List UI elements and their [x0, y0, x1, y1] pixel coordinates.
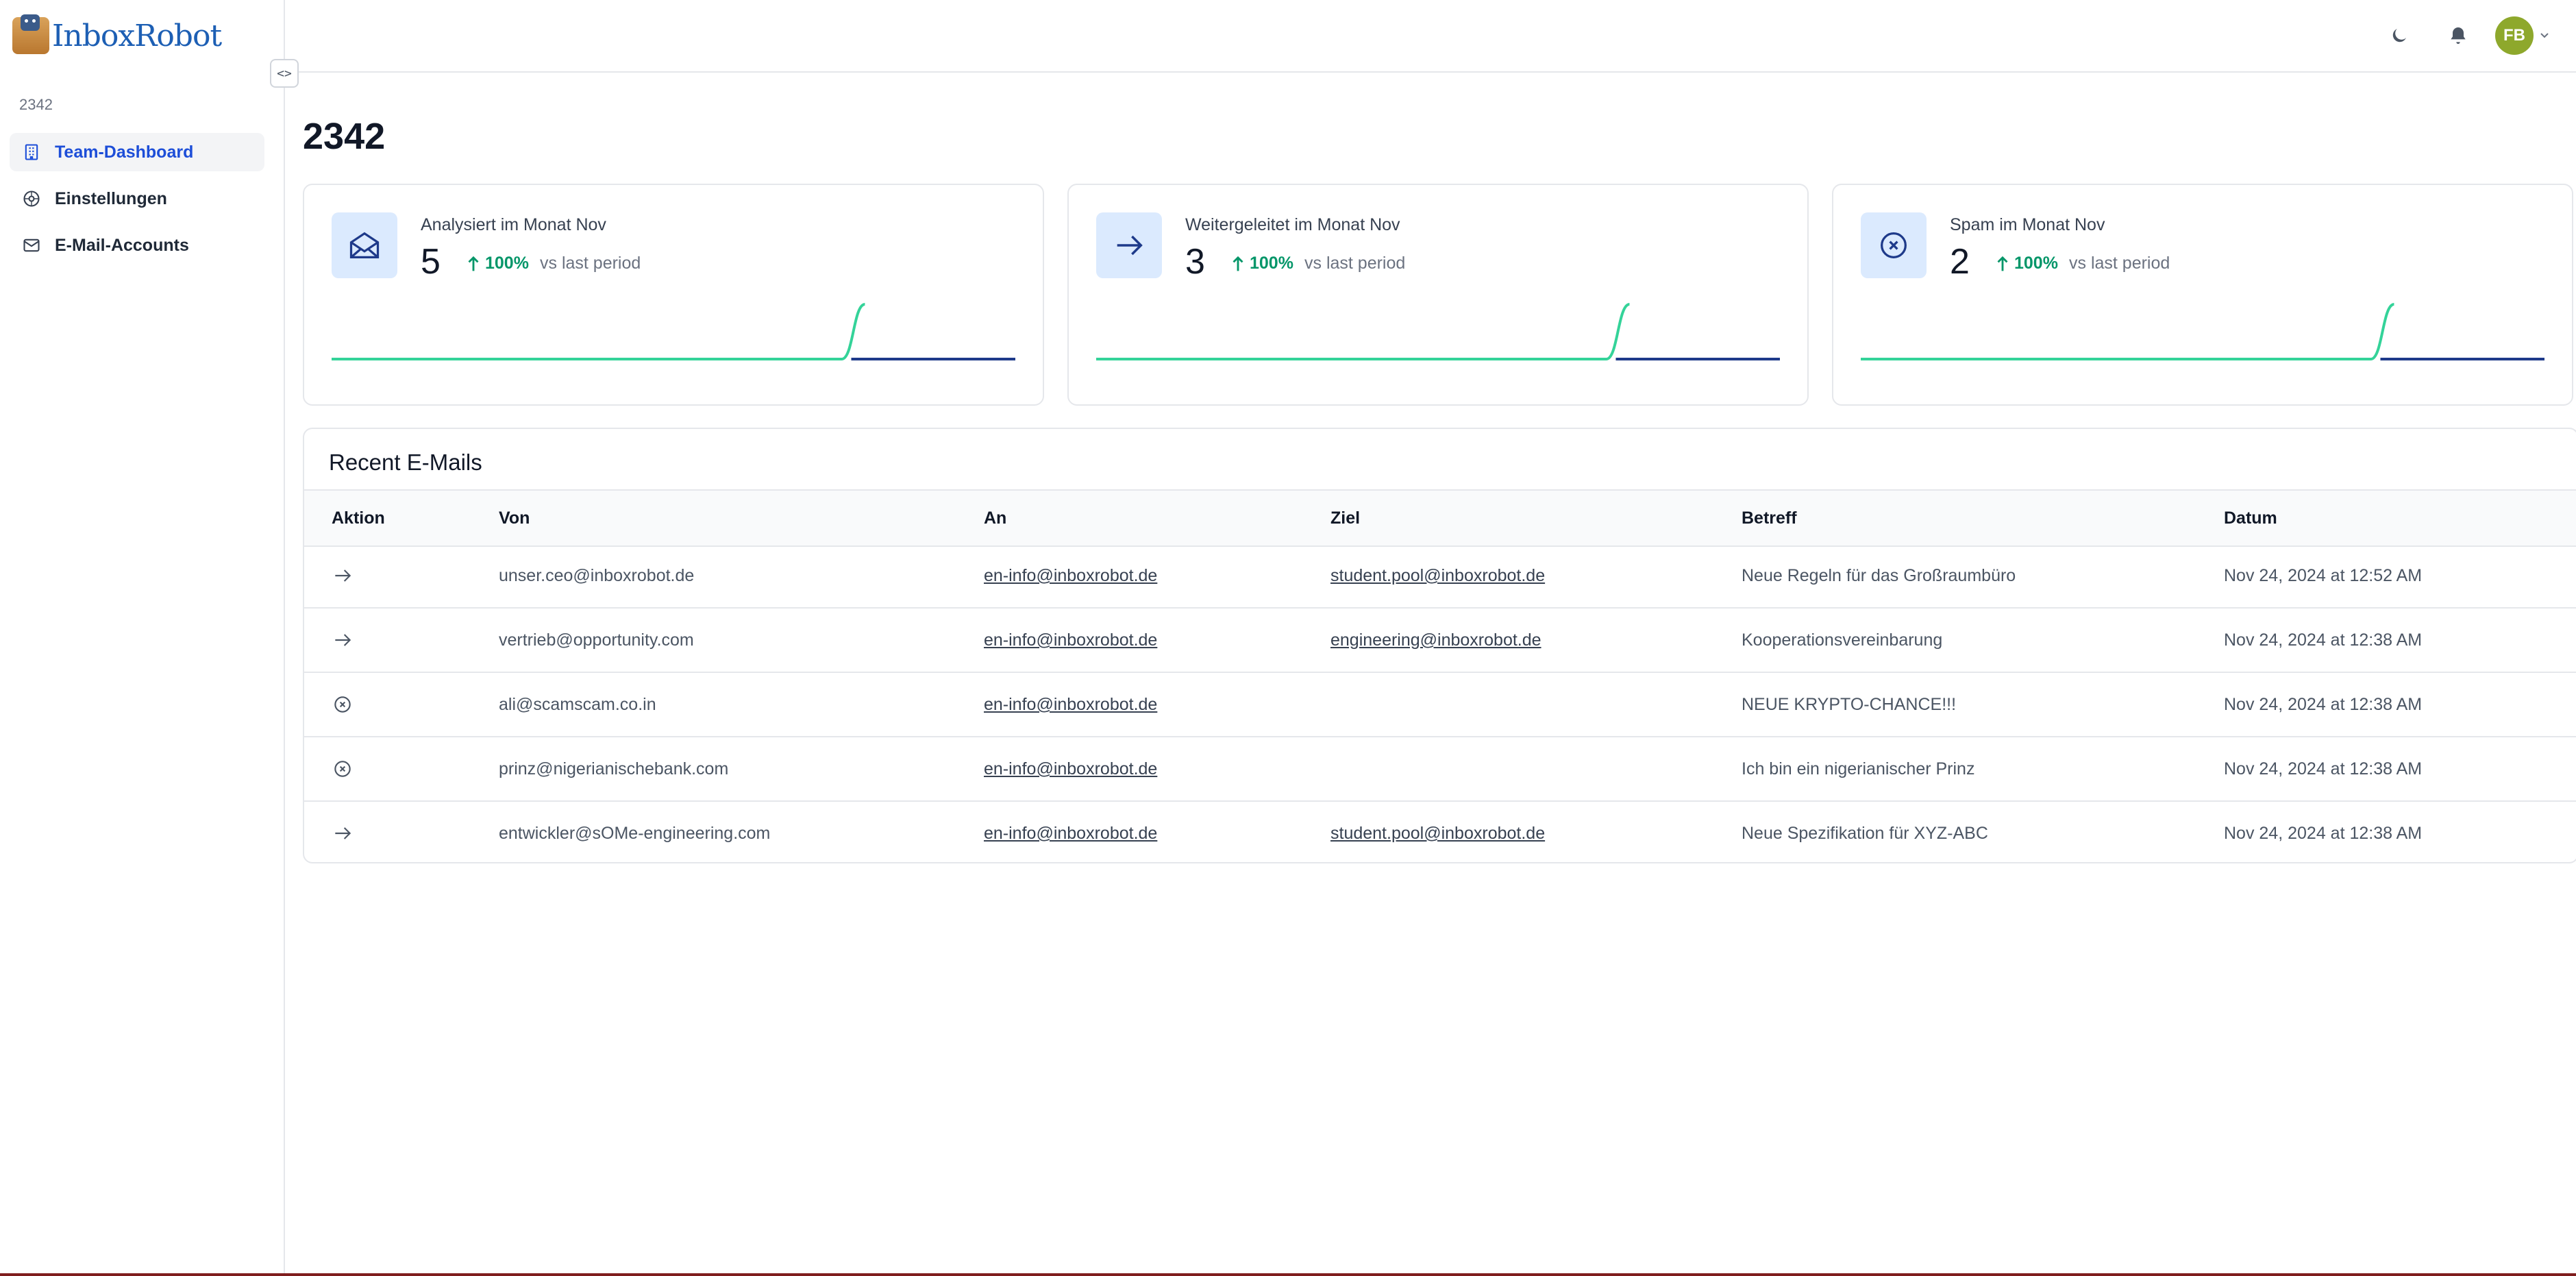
cell-ziel-link[interactable]: engineering@inboxrobot.de: [1330, 630, 1541, 650]
settings-icon: [23, 191, 40, 207]
mail-icon: [23, 238, 40, 252]
stat-compare: vs last period: [540, 254, 641, 273]
bell-icon: [2451, 27, 2466, 44]
stat-change-value: 100%: [485, 254, 529, 273]
cell-ziel-link[interactable]: student.pool@inboxrobot.de: [1330, 566, 1545, 586]
column-header-datum: Datum: [2224, 508, 2277, 528]
sidebar-collapse-button[interactable]: <>: [270, 59, 299, 88]
trend-sparkline: [1096, 303, 1780, 360]
stat-label: Analysiert im Monat Nov: [421, 215, 606, 234]
table-row[interactable]: unser.ceo@inboxrobot.de en-info@inboxrob…: [304, 544, 2576, 609]
column-header-von: Von: [499, 508, 530, 528]
cell-von: prinz@nigerianischebank.com: [499, 759, 729, 778]
cell-datum: Nov 24, 2024 at 12:38 AM: [2224, 695, 2423, 714]
cell-betreff: Neue Regeln für das Großraumbüro: [1742, 566, 2016, 585]
sidebar-item-team-dashboard[interactable]: Team-Dashboard: [10, 133, 264, 171]
column-header-betreff: Betreff: [1742, 508, 1797, 528]
top-header: [285, 0, 2576, 73]
arrow-right-icon: [335, 827, 351, 839]
table-row[interactable]: prinz@nigerianischebank.com en-info@inbo…: [304, 737, 2576, 802]
table-header: Aktion Von An Ziel Betreff Datum: [304, 489, 2576, 547]
table-title: Recent E-Mails: [329, 450, 482, 475]
stat-change: 100%: [1995, 254, 2058, 273]
cell-datum: Nov 24, 2024 at 12:38 AM: [2224, 759, 2423, 778]
mail-open-icon: [332, 212, 397, 278]
table-row[interactable]: ali@scamscam.co.in en-info@inboxrobot.de…: [304, 673, 2576, 737]
code-brackets-icon: <>: [277, 66, 292, 81]
sidebar-item-label: E-Mail-Accounts: [55, 235, 189, 255]
sidebar-item-label: Einstellungen: [55, 188, 167, 208]
cell-an-link[interactable]: en-info@inboxrobot.de: [984, 824, 1157, 844]
stat-card-weitergeleitet: Weitergeleitet im Monat Nov 3 100% vs la…: [1067, 184, 1809, 406]
column-header-aktion: Aktion: [332, 508, 385, 528]
page-title: 2342: [303, 116, 386, 157]
table-row[interactable]: entwickler@sOMe-engineering.com en-info@…: [304, 802, 2576, 862]
x-circle-icon: [1861, 212, 1927, 278]
cell-von: entwickler@sOMe-engineering.com: [499, 824, 771, 843]
column-header-an: An: [984, 508, 1007, 528]
trend-line: [1861, 303, 2395, 360]
stat-change: 100%: [1230, 254, 1293, 273]
robot-logo-icon: [12, 14, 49, 54]
trend-line: [332, 303, 866, 360]
trend-sparkline: [332, 303, 1015, 360]
arrow-up-icon: [1233, 256, 1243, 271]
stat-card-analysiert: Analysiert im Monat Nov 5 100% vs last p…: [303, 184, 1044, 406]
cell-an-link[interactable]: en-info@inboxrobot.de: [984, 566, 1157, 586]
sidebar-item-label: Team-Dashboard: [55, 142, 194, 162]
x-circle-icon: [334, 696, 351, 713]
cell-an-link[interactable]: en-info@inboxrobot.de: [984, 630, 1157, 650]
stat-label: Spam im Monat Nov: [1950, 215, 2105, 234]
stat-value: 2: [1950, 242, 1970, 282]
recent-emails-table: Recent E-Mails Aktion Von An Ziel Betref…: [303, 428, 2576, 863]
stat-label: Weitergeleitet im Monat Nov: [1185, 215, 1400, 234]
moon-icon: [2392, 29, 2406, 42]
cell-von: unser.ceo@inboxrobot.de: [499, 566, 695, 585]
stat-compare: vs last period: [1304, 254, 1406, 273]
chevron-down-icon[interactable]: [2539, 25, 2555, 45]
trend-sparkline: [1861, 303, 2544, 360]
cell-datum: Nov 24, 2024 at 12:52 AM: [2224, 566, 2423, 585]
building-icon: [25, 144, 38, 160]
logo[interactable]: InboxRobot: [12, 14, 222, 56]
team-label: 2342: [19, 96, 53, 113]
cell-von: vertrieb@opportunity.com: [499, 630, 694, 650]
cell-betreff: NEUE KRYPTO-CHANCE!!!: [1742, 695, 1957, 714]
arrow-right-icon: [335, 569, 351, 582]
cell-betreff: Kooperationsvereinbarung: [1742, 630, 1943, 650]
sidebar: InboxRobot 2342 Team-Dashboard Einstellu…: [0, 0, 285, 1273]
cell-an-link[interactable]: en-info@inboxrobot.de: [984, 759, 1157, 779]
cell-datum: Nov 24, 2024 at 12:38 AM: [2224, 824, 2423, 843]
cell-datum: Nov 24, 2024 at 12:38 AM: [2224, 630, 2423, 650]
theme-toggle-button[interactable]: [2386, 22, 2413, 49]
cell-von: ali@scamscam.co.in: [499, 695, 656, 714]
table-row[interactable]: vertrieb@opportunity.com en-info@inboxro…: [304, 609, 2576, 673]
cell-an-link[interactable]: en-info@inboxrobot.de: [984, 695, 1157, 715]
stat-compare: vs last period: [2069, 254, 2170, 273]
bottom-border: [0, 1273, 2576, 1276]
user-avatar[interactable]: FB: [2495, 16, 2534, 55]
sidebar-item-email-accounts[interactable]: E-Mail-Accounts: [10, 226, 264, 265]
cell-betreff: Neue Spezifikation für XYZ-ABC: [1742, 824, 1988, 843]
stat-change-value: 100%: [2014, 254, 2058, 273]
arrow-up-icon: [1997, 256, 2008, 271]
column-header-ziel: Ziel: [1330, 508, 1361, 528]
stat-value: 3: [1185, 242, 1205, 282]
cell-betreff: Ich bin ein nigerianischer Prinz: [1742, 759, 1975, 778]
arrow-up-icon: [468, 256, 479, 271]
trend-line: [1096, 303, 1631, 360]
logo-text: InboxRobot: [52, 18, 222, 53]
notifications-button[interactable]: [2444, 22, 2472, 49]
arrow-right-icon: [335, 634, 351, 646]
stat-change: 100%: [466, 254, 529, 273]
arrow-right-icon: [1096, 212, 1162, 278]
stat-value: 5: [421, 242, 441, 282]
cell-ziel-link[interactable]: student.pool@inboxrobot.de: [1330, 824, 1545, 844]
stat-change-value: 100%: [1250, 254, 1293, 273]
sidebar-item-einstellungen[interactable]: Einstellungen: [10, 180, 264, 218]
stat-card-spam: Spam im Monat Nov 2 100% vs last period: [1832, 184, 2573, 406]
x-circle-icon: [334, 761, 351, 777]
sidebar-nav: Team-Dashboard Einstellungen E-Mail-Acco…: [10, 133, 264, 273]
